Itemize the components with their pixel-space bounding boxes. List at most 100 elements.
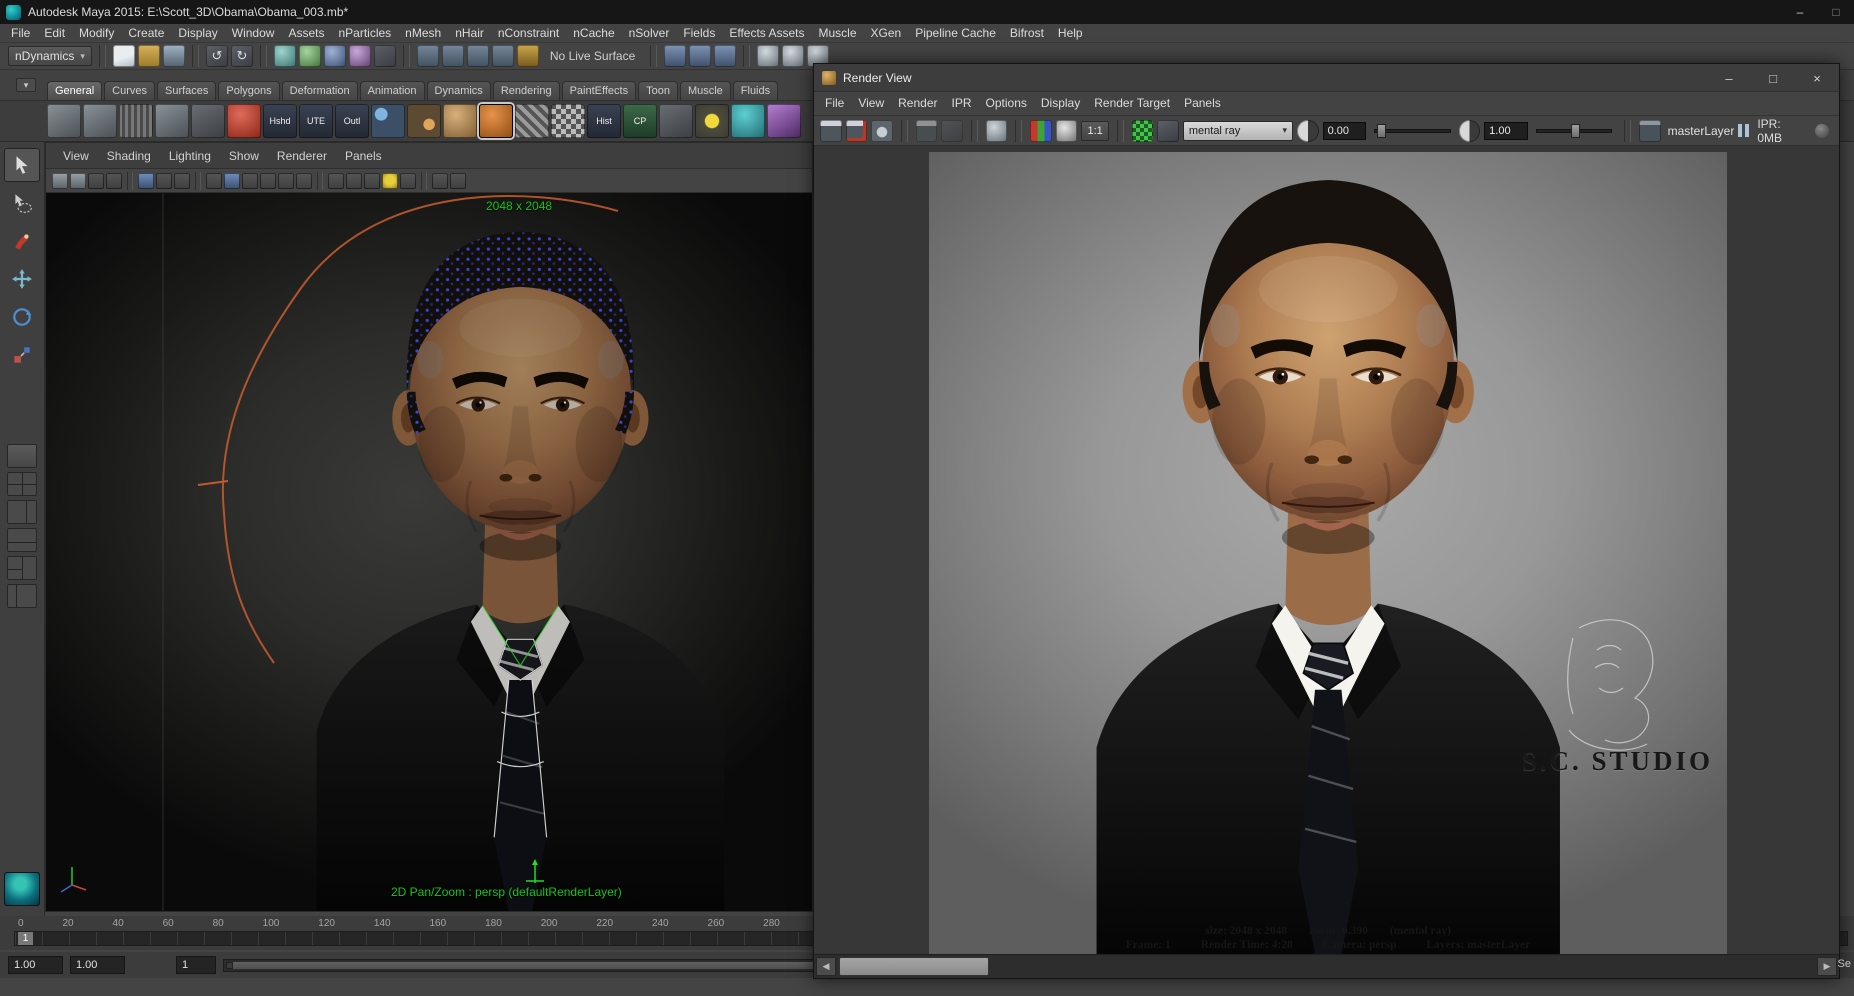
menu-muscle[interactable]: Muscle bbox=[811, 24, 863, 43]
exposure-field[interactable]: 0.00 bbox=[1322, 121, 1366, 140]
rv-menu-display[interactable]: Display bbox=[1034, 94, 1087, 113]
new-scene-icon[interactable] bbox=[112, 45, 135, 67]
smooth-shade-icon[interactable] bbox=[346, 172, 362, 189]
field-chart-icon[interactable] bbox=[260, 172, 276, 189]
panel-menu-show[interactable]: Show bbox=[220, 149, 268, 163]
refresh-ipr-icon[interactable] bbox=[941, 119, 963, 142]
render-view-titlebar[interactable]: Render View – □ × bbox=[814, 64, 1839, 92]
rotate-tool-button[interactable] bbox=[4, 300, 40, 334]
group-collapser[interactable] bbox=[191, 45, 199, 67]
maya-sphere-thumbnail[interactable] bbox=[4, 872, 40, 906]
shelf-tab-menu-button[interactable]: ▾ bbox=[16, 78, 36, 92]
menu-fields[interactable]: Fields bbox=[676, 24, 722, 43]
gamma-field[interactable]: 1.00 bbox=[1484, 121, 1528, 140]
resolution-gate-icon[interactable] bbox=[224, 172, 240, 189]
rv-minimize-button[interactable]: – bbox=[1707, 64, 1751, 92]
gate-mask-icon[interactable] bbox=[242, 172, 258, 189]
wireframe-icon[interactable] bbox=[328, 172, 344, 189]
menu-nhair[interactable]: nHair bbox=[448, 24, 491, 43]
camera-attributes-icon[interactable] bbox=[70, 172, 86, 189]
display-rgb-channels-icon[interactable] bbox=[1030, 119, 1052, 142]
group-collapser[interactable] bbox=[743, 45, 751, 67]
shelf-item-outliner[interactable]: Outl bbox=[335, 104, 369, 138]
move-tool-button[interactable] bbox=[4, 262, 40, 296]
safe-action-icon[interactable] bbox=[278, 172, 294, 189]
shelf-item-icon[interactable] bbox=[83, 104, 117, 138]
rv-menu-panels[interactable]: Panels bbox=[1177, 94, 1228, 113]
playback-start-field[interactable]: 1.00 bbox=[70, 956, 125, 974]
shelf-item-icon[interactable] bbox=[47, 104, 81, 138]
shelf-item-icon-selected[interactable] bbox=[479, 104, 513, 138]
shelf-item-icon[interactable] bbox=[155, 104, 189, 138]
scroll-left-icon[interactable]: ◀ bbox=[816, 957, 836, 976]
rv-menu-options[interactable]: Options bbox=[979, 94, 1034, 113]
shelf-item-icon[interactable] bbox=[407, 104, 441, 138]
panel-menu-shading[interactable]: Shading bbox=[98, 149, 160, 163]
menu-nconstraint[interactable]: nConstraint bbox=[491, 24, 566, 43]
shelf-tab-surfaces[interactable]: Surfaces bbox=[156, 81, 217, 100]
menu-edit[interactable]: Edit bbox=[37, 24, 72, 43]
panel-menu-panels[interactable]: Panels bbox=[336, 149, 391, 163]
menu-pipeline-cache[interactable]: Pipeline Cache bbox=[908, 24, 1003, 43]
render-view-canvas-area[interactable]: S.C. STUDIO size: 2048 x 2048 zoom: 0.39… bbox=[814, 146, 1839, 954]
highlight-selection-icon[interactable] bbox=[373, 45, 396, 67]
menu-effects-assets[interactable]: Effects Assets bbox=[722, 24, 811, 43]
menu-assets[interactable]: Assets bbox=[281, 24, 331, 43]
open-scene-icon[interactable] bbox=[137, 45, 160, 67]
shelf-item-icon[interactable] bbox=[695, 104, 729, 138]
redo-previous-render-icon[interactable] bbox=[820, 119, 842, 142]
shelf-item-hypershade[interactable]: Hshd bbox=[263, 104, 297, 138]
paint-select-tool-button[interactable] bbox=[4, 224, 40, 258]
shelf-item-icon[interactable] bbox=[227, 104, 261, 138]
film-gate-icon[interactable] bbox=[206, 172, 222, 189]
open-render-view-icon[interactable] bbox=[757, 45, 780, 67]
shelf-item-icon[interactable] bbox=[515, 104, 549, 138]
shelf-tab-animation[interactable]: Animation bbox=[359, 81, 425, 100]
menu-bifrost[interactable]: Bifrost bbox=[1003, 24, 1051, 43]
select-hierarchy-icon[interactable] bbox=[273, 45, 296, 67]
layout-four-pane-button[interactable] bbox=[7, 472, 37, 496]
scale-tool-button[interactable] bbox=[4, 338, 40, 372]
exposure-icon[interactable] bbox=[1297, 119, 1319, 142]
rv-menu-render[interactable]: Render bbox=[891, 94, 944, 113]
range-start-handle[interactable] bbox=[226, 961, 233, 969]
rv-menu-ipr[interactable]: IPR bbox=[945, 94, 979, 113]
rv-menu-file[interactable]: File bbox=[818, 94, 851, 113]
menu-file[interactable]: File bbox=[4, 24, 37, 43]
shelf-item-icon[interactable] bbox=[767, 104, 801, 138]
select-component-icon[interactable] bbox=[323, 45, 346, 67]
shelf-tab-rendering[interactable]: Rendering bbox=[492, 81, 560, 100]
scrollbar-thumb[interactable] bbox=[839, 957, 989, 976]
shelf-item-icon[interactable] bbox=[659, 104, 693, 138]
render-current-frame-icon[interactable] bbox=[782, 45, 805, 67]
shelf-item-history[interactable]: Hist bbox=[587, 104, 621, 138]
make-live-icon[interactable] bbox=[516, 45, 539, 67]
lasso-tool-button[interactable] bbox=[4, 186, 40, 220]
gamma-icon[interactable] bbox=[1458, 119, 1481, 142]
group-collapser[interactable] bbox=[98, 45, 106, 67]
shelf-tab-polygons[interactable]: Polygons bbox=[218, 81, 280, 100]
menu-nmesh[interactable]: nMesh bbox=[398, 24, 448, 43]
snapshot-icon[interactable] bbox=[871, 119, 893, 142]
current-frame-marker[interactable]: 1 bbox=[18, 932, 33, 945]
undo-icon[interactable]: ↺ bbox=[205, 45, 228, 67]
maximize-button[interactable]: □ bbox=[1818, 0, 1854, 24]
safe-title-icon[interactable] bbox=[296, 172, 312, 189]
menu-modify[interactable]: Modify bbox=[72, 24, 121, 43]
textured-icon[interactable] bbox=[364, 172, 380, 189]
real-size-button[interactable]: 1:1 bbox=[1081, 120, 1109, 141]
construction-history-icon[interactable] bbox=[664, 45, 687, 67]
display-alpha-channel-icon[interactable] bbox=[1055, 119, 1078, 142]
input-connections-icon[interactable] bbox=[689, 45, 712, 67]
rv-menu-render-target[interactable]: Render Target bbox=[1087, 94, 1177, 113]
slider-thumb[interactable] bbox=[1570, 123, 1580, 138]
snap-to-curve-icon[interactable] bbox=[441, 45, 464, 67]
render-region-icon[interactable] bbox=[845, 119, 868, 142]
isolate-select-icon[interactable] bbox=[450, 172, 466, 189]
bookmarks-icon[interactable] bbox=[88, 172, 104, 189]
exposure-slider[interactable] bbox=[1373, 123, 1451, 138]
group-collapser[interactable] bbox=[259, 45, 267, 67]
group-collapser[interactable] bbox=[650, 45, 658, 67]
shelf-item-icon[interactable] bbox=[443, 104, 477, 138]
open-render-settings-icon[interactable] bbox=[985, 119, 1008, 142]
